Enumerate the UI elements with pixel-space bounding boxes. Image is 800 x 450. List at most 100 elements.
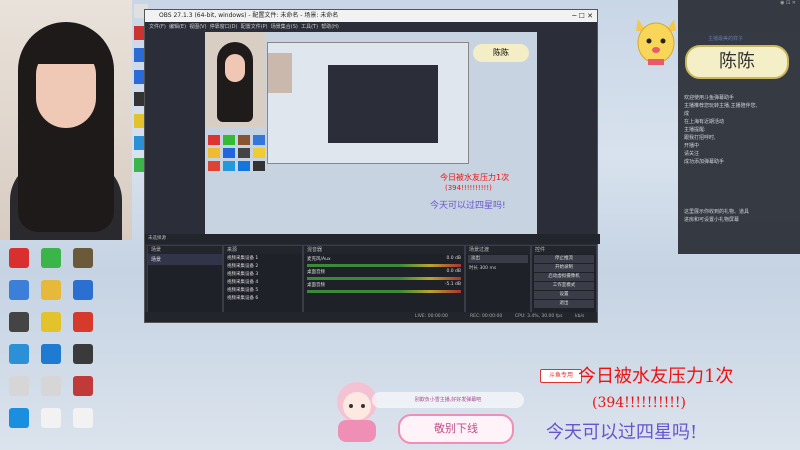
anime-character — [330, 372, 384, 444]
desktop-icon-image — [41, 376, 61, 396]
menu-tools[interactable]: 工具(T) — [301, 24, 318, 30]
duration-label: 时长 — [469, 266, 478, 271]
chat-gift-line: 这里展示你收到的礼物、道具 — [684, 209, 750, 215]
overlay-line2: (394!!!!!!!!!!) — [592, 395, 686, 411]
mixer-dock-title: 混音器 — [304, 246, 464, 254]
controls-dock: 控件 停止推流 开始录制 启动虚拟摄像机 工作室模式 设置 退出 — [531, 245, 597, 313]
obs-title-text: OBS 27.1.3 (64-bit, windows) - 配置文件: 未命名… — [159, 12, 339, 19]
desktop-icon-image — [41, 312, 61, 332]
chat-line: 欢迎使用斗鱼弹幕助手 — [684, 95, 735, 101]
obs-preview[interactable]: 陈陈 今日被水友压力1次 (394!!!!!!!!!!) 今天可以过四星吗! — [205, 32, 537, 234]
desktop-icon-image — [9, 344, 29, 364]
menu-scene-collection[interactable]: 场景集合(S) — [271, 24, 298, 30]
webcam-person-bangs — [30, 30, 102, 64]
chat-line: 主播推荐您玩转主播,主播陪伴您, — [684, 103, 758, 109]
source-item[interactable]: 视频采集设备 1 — [224, 254, 302, 262]
rec-status: REC: 00:00:00 — [470, 314, 503, 319]
desktop-icon-image — [9, 376, 29, 396]
desktop-icon-image — [73, 376, 93, 396]
menu-docks[interactable]: 停靠窗口(D) — [210, 24, 238, 30]
chat-line: 主播提醒: — [684, 127, 706, 133]
transitions-dock-title: 场景过渡 — [466, 246, 530, 254]
scenes-dock: 场景 场景 — [147, 245, 223, 313]
desktop-icon-image — [41, 280, 61, 300]
desktop-icon[interactable] — [68, 408, 98, 448]
mixer-channel-name: 桌面音频 — [307, 270, 325, 275]
preview-overlay-line3: 今天可以过四星吗! — [430, 201, 506, 211]
source-item[interactable]: 视频采集设备 4 — [224, 278, 302, 286]
controls-dock-title: 控件 — [532, 246, 596, 254]
chat-line: 开播中 — [684, 143, 700, 149]
streamer-name-badge: 陈陈 — [685, 45, 789, 79]
mixer-channel: 桌面音频 -5.1 dB — [307, 282, 461, 293]
chat-line: 成 — [684, 111, 690, 117]
preview-name-badge: 陈陈 — [473, 44, 529, 62]
source-item[interactable]: 视频采集设备 5 — [224, 286, 302, 294]
desktop-icon[interactable] — [36, 408, 66, 448]
mixer-channel-db: 0.0 dB — [446, 256, 461, 261]
cpu-status: CPU: 3.4%, 30.00 fps — [515, 314, 563, 319]
desktop-icon-image — [73, 312, 93, 332]
chat-line: 在上海有近期活动 — [684, 119, 725, 125]
stop-streaming-button[interactable]: 停止推流 — [534, 255, 594, 263]
volume-meter[interactable] — [307, 277, 461, 280]
name-tagline: 主播最美的样子 — [708, 36, 744, 42]
desktop-icon-image — [41, 248, 61, 268]
desktop-icon-image — [73, 248, 93, 268]
obs-title-bar: OBS 27.1.3 (64-bit, windows) - 配置文件: 未命名… — [145, 10, 597, 22]
desktop-icon-image — [41, 344, 61, 364]
menu-profile[interactable]: 配置文件(P) — [241, 24, 268, 30]
chat-panel-controls[interactable]: ◉ ⊡ ✕ — [678, 0, 800, 8]
volume-meter[interactable] — [307, 290, 461, 293]
scenes-dock-title: 场景 — [148, 246, 222, 254]
desktop-icon-image — [9, 312, 29, 332]
source-item[interactable]: 视频采集设备 6 — [224, 294, 302, 302]
start-recording-button[interactable]: 开始录制 — [534, 264, 594, 272]
settings-button[interactable]: 设置 — [534, 291, 594, 299]
mascot-icon — [636, 19, 676, 65]
window-controls[interactable]: ─ ☐ ✕ — [572, 10, 593, 22]
mixer-channel-db: 0.0 dB — [446, 269, 461, 274]
menu-help[interactable]: 帮助(H) — [321, 24, 339, 30]
menu-file[interactable]: 文件(F) — [145, 24, 166, 30]
desktop-icon-grid — [0, 246, 160, 450]
platform-sticker: 斗鱼专用 — [540, 369, 582, 383]
menu-view[interactable]: 视图(V) — [189, 24, 206, 30]
source-item[interactable]: 视频采集设备 2 — [224, 262, 302, 270]
sources-dock: 来源 视频采集设备 1 视频采集设备 2 视频采集设备 3 视频采集设备 4 视频采集设… — [223, 245, 303, 313]
nested-preview — [267, 42, 469, 164]
desktop-icon-image — [9, 408, 29, 428]
preview-overlay-line2: (394!!!!!!!!!!) — [445, 184, 492, 192]
desktop-icon-image — [9, 280, 29, 300]
desktop-icon-image — [41, 408, 61, 428]
mixer-channel: 麦克风/Aux 0.0 dB — [307, 256, 461, 267]
volume-meter[interactable] — [307, 264, 461, 267]
source-item[interactable]: 视频采集设备 3 — [224, 270, 302, 278]
virtual-camera-button[interactable]: 启动虚拟摄像机 — [534, 273, 594, 281]
mixer-channel-name: 桌面音频 — [307, 283, 325, 288]
desktop-icon[interactable] — [4, 408, 34, 448]
scene-item[interactable]: 场景 — [148, 254, 222, 265]
transitions-dock: 场景过渡 淡出 时长 300 ms — [465, 245, 531, 313]
overlay-line3: 今天可以过四星吗! — [546, 422, 698, 443]
obs-status-bar: LIVE: 00:00:00 REC: 00:00:00 CPU: 3.4%, … — [145, 312, 597, 322]
desktop-icon-image — [73, 344, 93, 364]
preview-webcam — [205, 32, 265, 127]
mixer-channel-name: 麦克风/Aux — [307, 257, 331, 262]
duration-value[interactable]: 300 ms — [479, 266, 496, 271]
exit-button[interactable]: 退出 — [534, 300, 594, 308]
overlay-button[interactable]: 敬别下线 — [398, 414, 514, 444]
mixer-dock: 混音器 麦克风/Aux 0.0 dB 桌面音频 0.0 dB 桌面音频 -5.1 dB — [303, 245, 465, 313]
transition-select[interactable]: 淡出 — [468, 255, 528, 263]
sources-dock-title: 来源 — [224, 246, 302, 254]
chat-line: 成功添加弹幕助手 — [684, 159, 725, 165]
overlay-line1: 今日被水友压力1次 — [578, 366, 734, 387]
obs-window: OBS 27.1.3 (64-bit, windows) - 配置文件: 未命名… — [144, 9, 600, 323]
webcam-feed — [0, 0, 132, 240]
preview-icons — [205, 132, 265, 222]
chat-gift-line: 进房和可设置小礼物屏幕 — [684, 217, 740, 223]
menu-edit[interactable]: 编辑(E) — [169, 24, 186, 30]
overlay-banner: 别欺负小雪主播,好好发弹幕吧 — [372, 392, 524, 408]
chat-line: 跟我打招呼时, — [684, 135, 716, 141]
studio-mode-button[interactable]: 工作室模式 — [534, 282, 594, 290]
